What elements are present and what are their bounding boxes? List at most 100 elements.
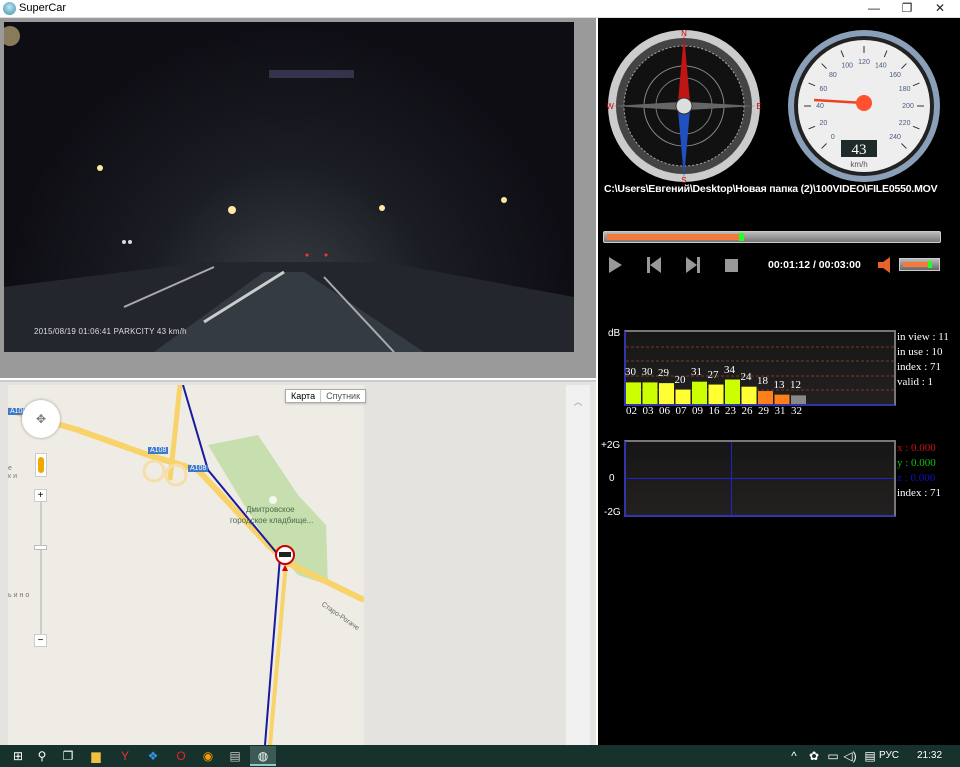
- satellite-bar: [692, 381, 707, 404]
- satellite-bar: [675, 389, 691, 404]
- scrollbar[interactable]: ︿: [566, 385, 590, 745]
- g-z-value: z : 0.000: [897, 472, 936, 484]
- volume-fill: [903, 262, 932, 267]
- satellite-bar: [659, 383, 674, 404]
- compass: N S E W: [606, 29, 761, 184]
- satellite-signal-chart: [624, 330, 896, 406]
- start-icon[interactable]: ⊞: [8, 746, 28, 766]
- g-time-cursor: [731, 442, 732, 515]
- speed-readout: 43: [852, 142, 867, 158]
- road-shield: A108: [148, 447, 169, 454]
- g-y-value: y : 0.000: [897, 457, 936, 469]
- yandex-browser-icon[interactable]: Y: [115, 746, 135, 766]
- speed-tick-label: 140: [875, 62, 887, 69]
- poi-label: Дмитровское: [246, 505, 295, 514]
- minimize-button[interactable]: —: [858, 0, 890, 18]
- g-zero-line: [626, 478, 894, 479]
- speed-tick-label: 120: [858, 59, 870, 66]
- satellite-bar: [708, 384, 724, 404]
- zoom-in-button[interactable]: +: [34, 489, 47, 502]
- tray-chevron-icon[interactable]: ^: [784, 746, 804, 766]
- app-icon[interactable]: ▤: [225, 746, 245, 766]
- close-button[interactable]: ✕: [924, 0, 956, 18]
- map-blank-area: [364, 385, 562, 745]
- playback-time: 00:01:12 / 00:03:00: [768, 259, 861, 271]
- seek-bar-handle[interactable]: [739, 233, 744, 241]
- zoom-slider-handle[interactable]: [34, 545, 47, 550]
- satellite-bar: [725, 379, 740, 404]
- opera-icon[interactable]: O: [171, 746, 191, 766]
- speedometer: 0 20 40 6080 100 120 140160 180 200 220 240 43 km/…: [788, 30, 940, 182]
- speed-tick-label: 160: [889, 72, 901, 79]
- volume-handle[interactable]: [928, 261, 933, 268]
- compass-west: W: [606, 102, 614, 111]
- notifications-icon[interactable]: ▤: [860, 746, 880, 766]
- seek-bar-fill: [607, 234, 739, 240]
- g-sensor-chart: [624, 440, 896, 517]
- stop-icon[interactable]: [723, 255, 741, 275]
- maximize-button[interactable]: ❐: [891, 0, 923, 18]
- seek-bar[interactable]: [603, 231, 941, 243]
- speed-tick-label: 240: [889, 134, 901, 141]
- area-label: е: [8, 465, 12, 472]
- map-roads: [8, 385, 364, 745]
- compass-north: N: [681, 29, 687, 38]
- g-x-value: x : 0.000: [897, 442, 936, 454]
- area-label: ки: [8, 473, 19, 480]
- file-path: C:\Users\Евгений\Desktop\Новая папка (2)…: [604, 183, 938, 195]
- avast-icon[interactable]: ◉: [198, 746, 218, 766]
- map-type-control: Карта Спутник: [285, 389, 367, 403]
- language-indicator[interactable]: РУС: [879, 750, 899, 761]
- speed-tick-label: 100: [841, 62, 853, 69]
- speed-tick-label: 220: [899, 120, 911, 127]
- speed-unit: km/h: [850, 160, 867, 169]
- g-axis-top: +2G: [601, 440, 621, 451]
- previous-icon[interactable]: [645, 255, 663, 275]
- satellite-bar: [758, 391, 773, 404]
- satellite-bar: [774, 394, 790, 404]
- video-scene: [4, 26, 574, 352]
- g-axis-zero: 0: [609, 473, 615, 484]
- gps-index: index : 71: [897, 361, 941, 373]
- next-icon[interactable]: [684, 255, 702, 275]
- app-icon: [3, 2, 16, 15]
- zoom-slider-track[interactable]: [40, 495, 42, 640]
- gps-in-view: in view : 11: [897, 331, 949, 343]
- task-view-icon[interactable]: ❐: [58, 746, 78, 766]
- road-shield: A108: [188, 465, 209, 472]
- pegman-icon[interactable]: [35, 453, 47, 477]
- volume-icon[interactable]: [877, 256, 893, 274]
- volume-tray-icon[interactable]: ◁): [840, 746, 860, 766]
- speed-tick-label: 180: [899, 86, 911, 93]
- volume-slider[interactable]: [899, 258, 940, 271]
- poi-label: городское кладбище...: [230, 516, 314, 525]
- map-type-map-button[interactable]: Карта: [286, 390, 320, 402]
- dropbox-icon[interactable]: ❖: [143, 746, 163, 766]
- window-title: SuperCar: [19, 2, 67, 14]
- speed-tick-label: 200: [902, 103, 914, 110]
- g-axis-bottom: -2G: [604, 507, 621, 518]
- search-icon[interactable]: ⚲: [32, 746, 52, 766]
- area-label: ьино: [8, 592, 32, 599]
- satellite-bar: [642, 382, 658, 404]
- compass-east: E: [756, 102, 761, 111]
- pan-control[interactable]: ✥: [22, 400, 60, 438]
- map-view[interactable]: A108 A108 A108 Дмитровское городское кла…: [8, 385, 364, 745]
- title-bar: SuperCar — ❐ ✕: [0, 0, 960, 18]
- supercar-taskbar-icon[interactable]: ◍: [250, 746, 276, 766]
- satellite-bar: [791, 395, 806, 404]
- speed-tick-label: 80: [829, 72, 837, 79]
- file-explorer-icon[interactable]: ▆: [86, 746, 106, 766]
- gps-in-use: in use : 10: [897, 346, 943, 358]
- zoom-out-button[interactable]: −: [34, 634, 47, 647]
- speed-tick-label: 20: [819, 120, 827, 127]
- video-osd-text: 2015/08/19 01:06:41 PARKCITY 43 km/h: [34, 327, 187, 336]
- video-player[interactable]: 2015/08/19 01:06:41 PARKCITY 43 km/h: [4, 22, 574, 352]
- tray-app-icon[interactable]: ✿: [804, 746, 824, 766]
- map-type-satellite-button[interactable]: Спутник: [320, 390, 365, 402]
- speed-tick-label: 0: [831, 134, 835, 141]
- clock[interactable]: 21:32: [917, 750, 942, 761]
- play-icon[interactable]: [606, 255, 624, 275]
- gps-valid: valid : 1: [897, 376, 934, 388]
- satellite-bar: [626, 382, 641, 404]
